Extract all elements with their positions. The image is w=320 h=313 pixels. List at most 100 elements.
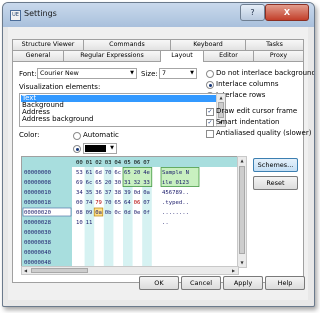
hex-byte: 10 <box>76 220 83 226</box>
tab-general[interactable]: General <box>12 50 64 61</box>
radio-interlace-columns[interactable] <box>206 81 214 89</box>
hex-byte: 0d <box>134 190 141 196</box>
settings-window: UE Settings ? X Structure Viewer Command… <box>2 2 315 307</box>
hex-column-label: 03 <box>105 160 112 166</box>
reset-button[interactable]: Reset <box>253 176 298 190</box>
list-item[interactable]: Background <box>21 102 217 109</box>
size-label: Size: <box>141 70 158 78</box>
hex-byte: 20 <box>134 170 141 176</box>
hex-byte: 74 <box>86 200 93 206</box>
ok-button[interactable]: OK <box>139 276 179 290</box>
radio-color-automatic[interactable] <box>73 132 81 140</box>
tab-editor[interactable]: Editor <box>203 50 254 61</box>
scroll-thumb[interactable] <box>31 268 88 273</box>
layout-panel: Font: Courier New ▼ Size: 7 ▼ Do not int… <box>12 61 314 283</box>
cancel-button[interactable]: Cancel <box>181 276 221 290</box>
hex-byte: 0d <box>124 210 131 216</box>
hex-byte: 6c <box>114 170 121 176</box>
hex-byte: 0a <box>95 210 102 216</box>
hex-address: 00000040 <box>24 250 51 256</box>
chevron-down-icon: ▼ <box>130 70 134 76</box>
hex-byte: 09 <box>86 210 93 216</box>
antialiased-checkbox[interactable] <box>206 130 214 138</box>
hex-byte: 70 <box>105 200 112 206</box>
hex-byte: 61 <box>86 170 93 176</box>
scroll-left-icon[interactable]: ◀ <box>22 267 29 274</box>
scroll-up-icon[interactable]: ▲ <box>217 94 225 101</box>
hex-byte: 30 <box>114 180 121 186</box>
radio-color-custom[interactable] <box>73 145 81 153</box>
scroll-up-icon[interactable]: ▲ <box>238 157 246 164</box>
hex-horizontal-scrollbar[interactable]: ◀ ▶ <box>21 266 239 275</box>
hex-column-label: 05 <box>124 160 131 166</box>
hex-byte: 4e <box>143 170 150 176</box>
font-select[interactable]: Courier New ▼ <box>37 68 137 79</box>
tab-structure-viewer[interactable]: Structure Viewer <box>12 39 84 50</box>
hex-text: 456789.. <box>162 190 189 196</box>
hex-address: 00000010 <box>24 190 51 196</box>
draw-cursor-frame-label: Draw edit cursor frame <box>216 107 298 115</box>
tab-keyboard[interactable]: Keyboard <box>170 39 246 50</box>
hex-byte: 07 <box>143 200 150 206</box>
app-icon: UE <box>10 10 21 21</box>
hex-vertical-scrollbar[interactable]: ▲ ▼ <box>237 156 247 268</box>
hex-byte: 79 <box>95 200 102 206</box>
hex-text: ........ <box>162 210 189 216</box>
smart-indentation-checkbox[interactable]: ✓ <box>206 119 214 127</box>
scroll-right-icon[interactable]: ▶ <box>230 267 237 274</box>
color-picker[interactable]: ▼ <box>83 143 117 154</box>
hex-byte: 53 <box>76 170 83 176</box>
scroll-down-icon[interactable]: ▼ <box>238 259 246 266</box>
hex-byte: 6d <box>95 170 102 176</box>
hex-preview[interactable]: 00 01 02 03 04 05 06 07 00000000 53 61 6d 70 6c 65 20 4e… <box>21 156 238 274</box>
apply-button[interactable]: Apply <box>223 276 263 290</box>
close-button[interactable]: X <box>265 4 309 21</box>
hex-address: 00000038 <box>24 240 52 246</box>
hex-text: .typed.. <box>162 200 189 206</box>
tab-commands[interactable]: Commands <box>83 39 171 50</box>
size-select[interactable]: 7 ▼ <box>159 68 197 79</box>
help-title-button[interactable]: ? <box>240 4 265 21</box>
hex-byte: 65 <box>114 200 121 206</box>
hex-byte: 64 <box>124 200 131 206</box>
hex-address: 00000008 <box>24 180 52 186</box>
hex-byte: 0c <box>114 210 121 216</box>
tab-layout[interactable]: Layout <box>160 50 204 62</box>
color-automatic-label: Automatic <box>83 131 119 139</box>
antialiased-label: Antialiased quality (slower) <box>216 129 312 137</box>
radio-no-interlace[interactable] <box>206 70 214 78</box>
title-bar[interactable]: UE Settings ? X <box>3 3 314 27</box>
tab-row-top: Structure Viewer Commands Keyboard Tasks <box>8 39 308 50</box>
tab-proxy[interactable]: Proxy <box>253 50 304 61</box>
hex-byte: 39 <box>124 190 131 196</box>
schemes-button[interactable]: Schemes... <box>253 158 298 172</box>
hex-byte: 00 <box>76 200 83 206</box>
hex-byte: 11 <box>86 220 93 226</box>
hex-column-label: 00 <box>76 160 83 166</box>
no-interlace-label: Do not interlace background <box>216 69 315 77</box>
hex-address: 00000028 <box>24 220 52 226</box>
color-swatch <box>85 145 106 152</box>
hex-byte: 31 <box>124 180 131 186</box>
dialog-client: Structure Viewer Commands Keyboard Tasks… <box>8 27 314 300</box>
font-label: Font: <box>19 70 37 78</box>
hex-preview-canvas: 00 01 02 03 04 05 06 0700000000 53 61 6d 70 6c 65 20 4e… <box>22 157 237 273</box>
hex-text: .. <box>162 220 169 226</box>
list-item[interactable]: Address background <box>21 116 217 123</box>
hex-byte: 20 <box>105 180 112 186</box>
color-label: Color: <box>19 131 40 139</box>
scroll-thumb[interactable] <box>239 166 245 254</box>
hex-text: ile 0123 <box>162 180 189 186</box>
visualization-list[interactable]: Text Background Address Address backgrou… <box>19 93 226 127</box>
tab-regular-expressions[interactable]: Regular Expressions <box>63 50 161 61</box>
tab-tasks[interactable]: Tasks <box>245 39 304 50</box>
smart-indentation-label: Smart indentation <box>216 118 280 126</box>
hex-byte: 36 <box>95 190 102 196</box>
hex-byte: 34 <box>76 190 83 196</box>
help-button[interactable]: Help <box>265 276 305 290</box>
hex-byte: 69 <box>76 180 83 186</box>
draw-cursor-frame-checkbox[interactable]: ✓ <box>206 108 214 116</box>
hex-address: 00000000 <box>24 170 51 176</box>
visualization-label: Visualization elements: <box>19 83 101 91</box>
window-title: Settings <box>24 9 57 18</box>
